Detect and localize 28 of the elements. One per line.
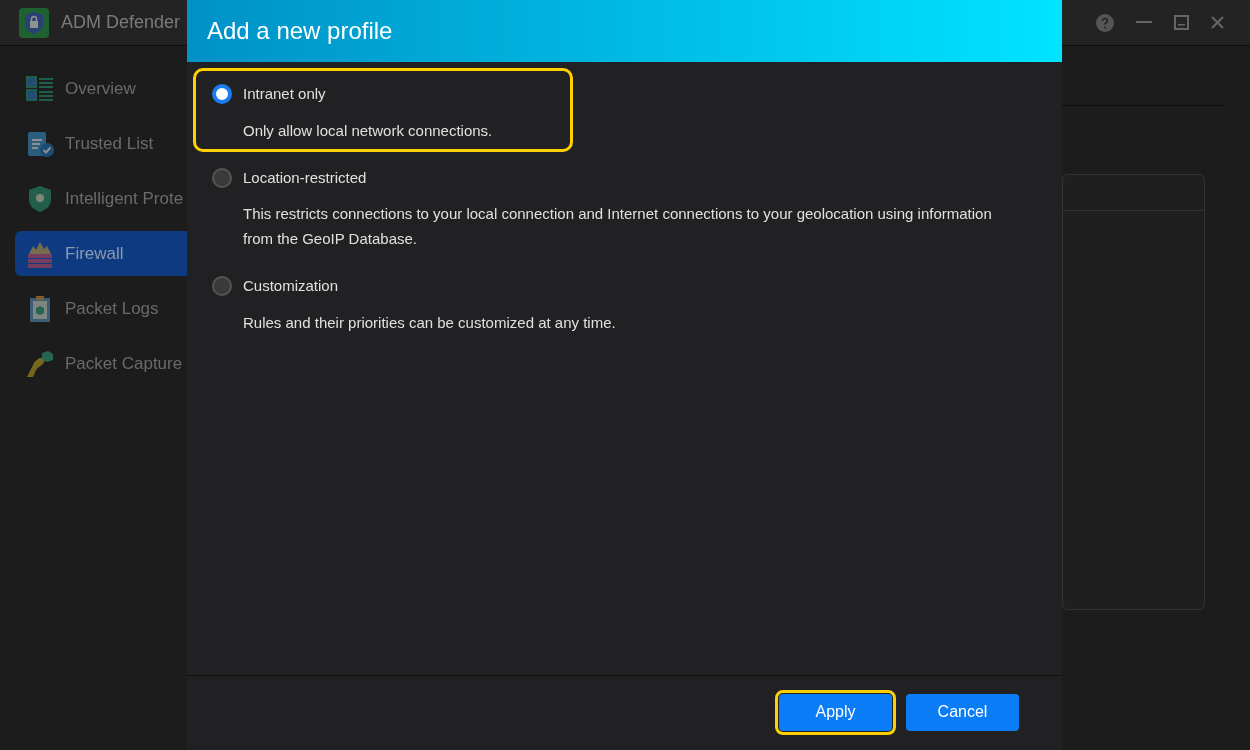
- option-description: Only allow local network connections.: [243, 120, 494, 141]
- radio-button[interactable]: [212, 276, 232, 297]
- radio-button[interactable]: [212, 84, 232, 105]
- sidebar-item[interactable]: Firewall: [15, 231, 187, 276]
- option-row[interactable]: Location-restricted This restricts connections to your local connection and Internet connections to your geolocation using information from the GeoIP Database.: [193, 151, 1002, 260]
- option-label[interactable]: Intranet only: [243, 83, 326, 106]
- hand-cube-icon: [25, 348, 55, 379]
- radio-button[interactable]: [212, 167, 232, 188]
- option-label[interactable]: Location-restricted: [243, 166, 367, 189]
- sidebar-item[interactable]: Packet Capture: [15, 341, 187, 386]
- option-description: This restricts connections to your local connection and Internet connections to your geolocation using information from the GeoIP Database.: [243, 204, 993, 249]
- list-icon: [25, 73, 55, 104]
- help-icon[interactable]: [1096, 13, 1114, 32]
- sidebar-item[interactable]: Overview: [15, 66, 187, 111]
- maximize-icon[interactable]: [1174, 15, 1189, 30]
- cancel-button[interactable]: Cancel: [906, 693, 1019, 731]
- close-icon[interactable]: [1211, 16, 1224, 29]
- option-row[interactable]: Customization Rules and their priorities can be customized at any time.: [193, 260, 1002, 344]
- dialog-title: Add a new profile: [207, 16, 393, 46]
- sidebar-item[interactable]: Packet Logs: [15, 286, 187, 331]
- sidebar-item[interactable]: Trusted List: [15, 121, 187, 166]
- option-label[interactable]: Customization: [243, 275, 339, 298]
- lock-shield-icon: [19, 7, 49, 38]
- option-row[interactable]: Intranet only Only allow local network connections.: [193, 68, 573, 152]
- minimize-icon[interactable]: [1136, 21, 1152, 24]
- sidebar-item[interactable]: Intelligent Prote: [15, 176, 187, 221]
- window-title: ADM Defender: [61, 11, 181, 34]
- option-description: Rules and their priorities can be customized at any time.: [243, 312, 617, 333]
